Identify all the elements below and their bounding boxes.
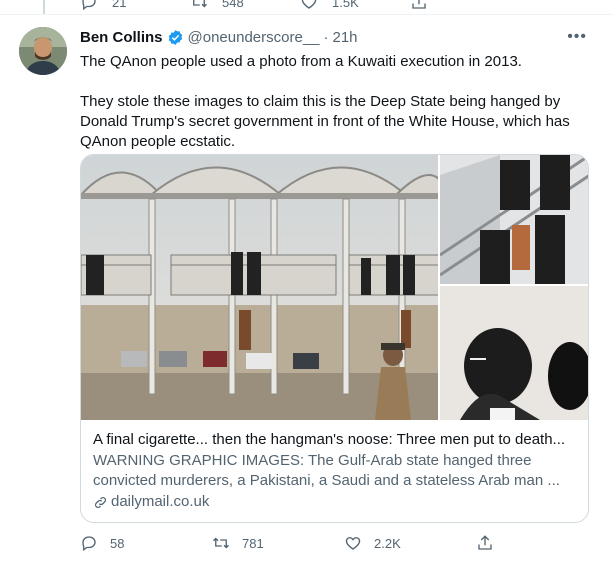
prev-reply-action[interactable]: 21 xyxy=(80,0,190,12)
card-description: WARNING GRAPHIC IMAGES: The Gulf-Arab st… xyxy=(93,452,560,489)
prev-retweet-action[interactable]: 548 xyxy=(190,0,300,12)
card-image-main[interactable] xyxy=(81,155,438,420)
prev-like-action[interactable]: 1.5K xyxy=(300,0,410,12)
tweet-divider xyxy=(0,14,613,15)
tweet-paragraph-1: The QAnon people used a photo from a Kuw… xyxy=(80,53,522,70)
heart-icon xyxy=(301,0,317,9)
avatar[interactable] xyxy=(19,27,67,75)
prev-share-action[interactable] xyxy=(410,0,520,12)
gallows-photo xyxy=(81,155,438,420)
card-text: A final cigarette... then the hangman's … xyxy=(81,420,588,512)
thread-connector-line xyxy=(43,0,45,14)
verified-badge-icon xyxy=(167,29,184,46)
author-name[interactable]: Ben Collins xyxy=(80,29,163,46)
prev-like-count: 1.5K xyxy=(332,0,359,10)
tweet-paragraph-2: They stole these images to claim this is… xyxy=(80,93,570,150)
share-icon xyxy=(412,0,426,9)
tweet-text: The QAnon people used a photo from a Kuw… xyxy=(80,52,595,152)
card-title: A final cigarette... then the hangman's … xyxy=(93,431,566,448)
like-button[interactable]: 2.2K xyxy=(344,534,476,552)
more-options-icon[interactable]: ••• xyxy=(567,28,587,46)
prev-reply-count: 21 xyxy=(112,0,127,10)
avatar-photo xyxy=(19,27,67,75)
like-count: 2.2K xyxy=(374,535,401,551)
reply-count: 58 xyxy=(110,535,125,551)
share-button[interactable] xyxy=(476,534,494,552)
card-image-top[interactable] xyxy=(440,155,588,286)
link-icon xyxy=(95,496,106,508)
card-image-grid[interactable] xyxy=(81,155,588,420)
previous-tweet-action-bar: 21 548 1.5K xyxy=(80,0,520,12)
tweet-content: Ben Collins @oneunderscore__ · 21h ••• T… xyxy=(80,24,595,152)
card-domain-text: dailymail.co.uk xyxy=(111,493,210,510)
header-separator: · xyxy=(323,28,329,46)
retweet-icon xyxy=(191,0,207,8)
retweet-icon xyxy=(213,537,229,549)
tweet-action-bar: 58 781 2.2K xyxy=(80,531,520,555)
stairs-photo xyxy=(440,155,588,284)
link-preview-card[interactable]: A final cigarette... then the hangman's … xyxy=(80,154,589,523)
retweet-count: 781 xyxy=(242,535,264,551)
cigarette-photo xyxy=(440,286,588,420)
reply-icon xyxy=(82,536,96,552)
tweet-timestamp[interactable]: 21h xyxy=(333,29,358,46)
tweet-header: Ben Collins @oneunderscore__ · 21h xyxy=(80,24,595,50)
prev-retweet-count: 548 xyxy=(222,0,244,10)
card-image-bottom[interactable] xyxy=(440,286,588,420)
retweet-button[interactable]: 781 xyxy=(212,534,344,552)
reply-button[interactable]: 58 xyxy=(80,534,212,552)
card-domain: dailymail.co.uk xyxy=(93,492,576,512)
reply-icon xyxy=(82,0,96,11)
share-icon xyxy=(478,535,492,550)
card-image-side xyxy=(438,155,588,420)
heart-icon xyxy=(345,537,361,550)
author-handle[interactable]: @oneunderscore__ xyxy=(188,29,320,46)
